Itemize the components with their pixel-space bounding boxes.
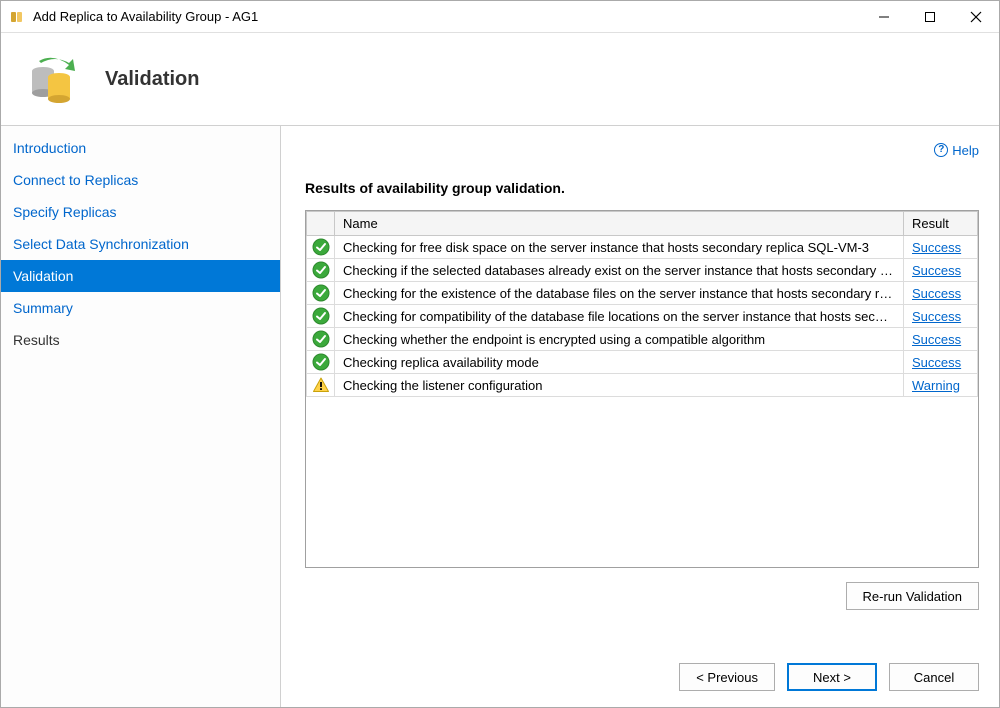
wizard-footer: < Previous Next > Cancel bbox=[305, 639, 979, 691]
sidebar-item-label: Validation bbox=[13, 268, 73, 284]
validation-result-cell: Success bbox=[904, 282, 978, 305]
wizard-header: Validation bbox=[1, 33, 999, 125]
sidebar-item-label: Results bbox=[13, 332, 60, 348]
sidebar-item-select-data-synchronization[interactable]: Select Data Synchronization bbox=[1, 228, 280, 260]
result-link[interactable]: Success bbox=[912, 309, 961, 324]
help-link[interactable]: ? Help bbox=[934, 143, 979, 158]
wizard-window: Add Replica to Availability Group - AG1 … bbox=[0, 0, 1000, 708]
previous-button[interactable]: < Previous bbox=[679, 663, 775, 691]
success-icon bbox=[307, 236, 335, 259]
results-heading: Results of availability group validation… bbox=[305, 180, 979, 196]
close-button[interactable] bbox=[953, 1, 999, 33]
validation-result-cell: Warning bbox=[904, 374, 978, 397]
table-row: Checking replica availability mode Succes… bbox=[307, 351, 978, 374]
result-link[interactable]: Success bbox=[912, 286, 961, 301]
titlebar: Add Replica to Availability Group - AG1 bbox=[1, 1, 999, 33]
validation-result-cell: Success bbox=[904, 351, 978, 374]
success-icon bbox=[307, 282, 335, 305]
result-link[interactable]: Success bbox=[912, 355, 961, 370]
sidebar-item-specify-replicas[interactable]: Specify Replicas bbox=[1, 196, 280, 228]
warning-icon bbox=[307, 374, 335, 397]
sidebar-item-results: Results bbox=[1, 324, 280, 356]
help-label: Help bbox=[952, 143, 979, 158]
validation-check-name: Checking for compatibility of the databa… bbox=[335, 305, 904, 328]
sidebar-item-label: Introduction bbox=[13, 140, 86, 156]
validation-check-name: Checking whether the endpoint is encrypt… bbox=[335, 328, 904, 351]
main-panel: ? Help Results of availability group val… bbox=[281, 126, 999, 707]
validation-check-name: Checking for the existence of the databa… bbox=[335, 282, 904, 305]
result-link[interactable]: Success bbox=[912, 332, 961, 347]
sidebar-item-summary[interactable]: Summary bbox=[1, 292, 280, 324]
app-icon bbox=[9, 9, 25, 25]
validation-result-cell: Success bbox=[904, 305, 978, 328]
column-header-result: Result bbox=[904, 212, 978, 236]
success-icon bbox=[307, 259, 335, 282]
table-row: Checking for free disk space on the serv… bbox=[307, 236, 978, 259]
sidebar-item-label: Select Data Synchronization bbox=[13, 236, 189, 252]
validation-result-cell: Success bbox=[904, 259, 978, 282]
minimize-button[interactable] bbox=[861, 1, 907, 33]
table-row: Checking if the selected databases alrea… bbox=[307, 259, 978, 282]
table-row: Checking for the existence of the databa… bbox=[307, 282, 978, 305]
sidebar-item-label: Specify Replicas bbox=[13, 204, 117, 220]
result-link[interactable]: Success bbox=[912, 263, 961, 278]
success-icon bbox=[307, 328, 335, 351]
validation-table: Name Result Checking for free disk space… bbox=[305, 210, 979, 568]
page-title: Validation bbox=[105, 68, 199, 91]
validation-check-name: Checking if the selected databases alrea… bbox=[335, 259, 904, 282]
next-button[interactable]: Next > bbox=[787, 663, 877, 691]
table-row: Checking the listener configuration Warni… bbox=[307, 374, 978, 397]
validation-check-name: Checking for free disk space on the serv… bbox=[335, 236, 904, 259]
sidebar-item-label: Connect to Replicas bbox=[13, 172, 138, 188]
help-row: ? Help bbox=[305, 138, 979, 162]
rerun-row: Re-run Validation bbox=[305, 582, 979, 610]
validation-check-name: Checking the listener configuration bbox=[335, 374, 904, 397]
cancel-button[interactable]: Cancel bbox=[889, 663, 979, 691]
success-icon bbox=[307, 305, 335, 328]
validation-check-name: Checking replica availability mode bbox=[335, 351, 904, 374]
maximize-button[interactable] bbox=[907, 1, 953, 33]
validation-result-cell: Success bbox=[904, 236, 978, 259]
window-title: Add Replica to Availability Group - AG1 bbox=[33, 9, 258, 24]
validation-result-cell: Success bbox=[904, 328, 978, 351]
validation-icon bbox=[25, 51, 81, 107]
sidebar-item-connect-to-replicas[interactable]: Connect to Replicas bbox=[1, 164, 280, 196]
sidebar: Introduction Connect to Replicas Specify… bbox=[1, 126, 281, 707]
rerun-validation-button[interactable]: Re-run Validation bbox=[846, 582, 979, 610]
column-header-status bbox=[307, 212, 335, 236]
column-header-name: Name bbox=[335, 212, 904, 236]
help-icon: ? bbox=[934, 143, 948, 157]
result-link[interactable]: Warning bbox=[912, 378, 960, 393]
table-row: Checking whether the endpoint is encrypt… bbox=[307, 328, 978, 351]
success-icon bbox=[307, 351, 335, 374]
table-row: Checking for compatibility of the databa… bbox=[307, 305, 978, 328]
sidebar-item-validation[interactable]: Validation bbox=[1, 260, 280, 292]
result-link[interactable]: Success bbox=[912, 240, 961, 255]
sidebar-item-introduction[interactable]: Introduction bbox=[1, 132, 280, 164]
wizard-body: Introduction Connect to Replicas Specify… bbox=[1, 125, 999, 707]
sidebar-item-label: Summary bbox=[13, 300, 73, 316]
